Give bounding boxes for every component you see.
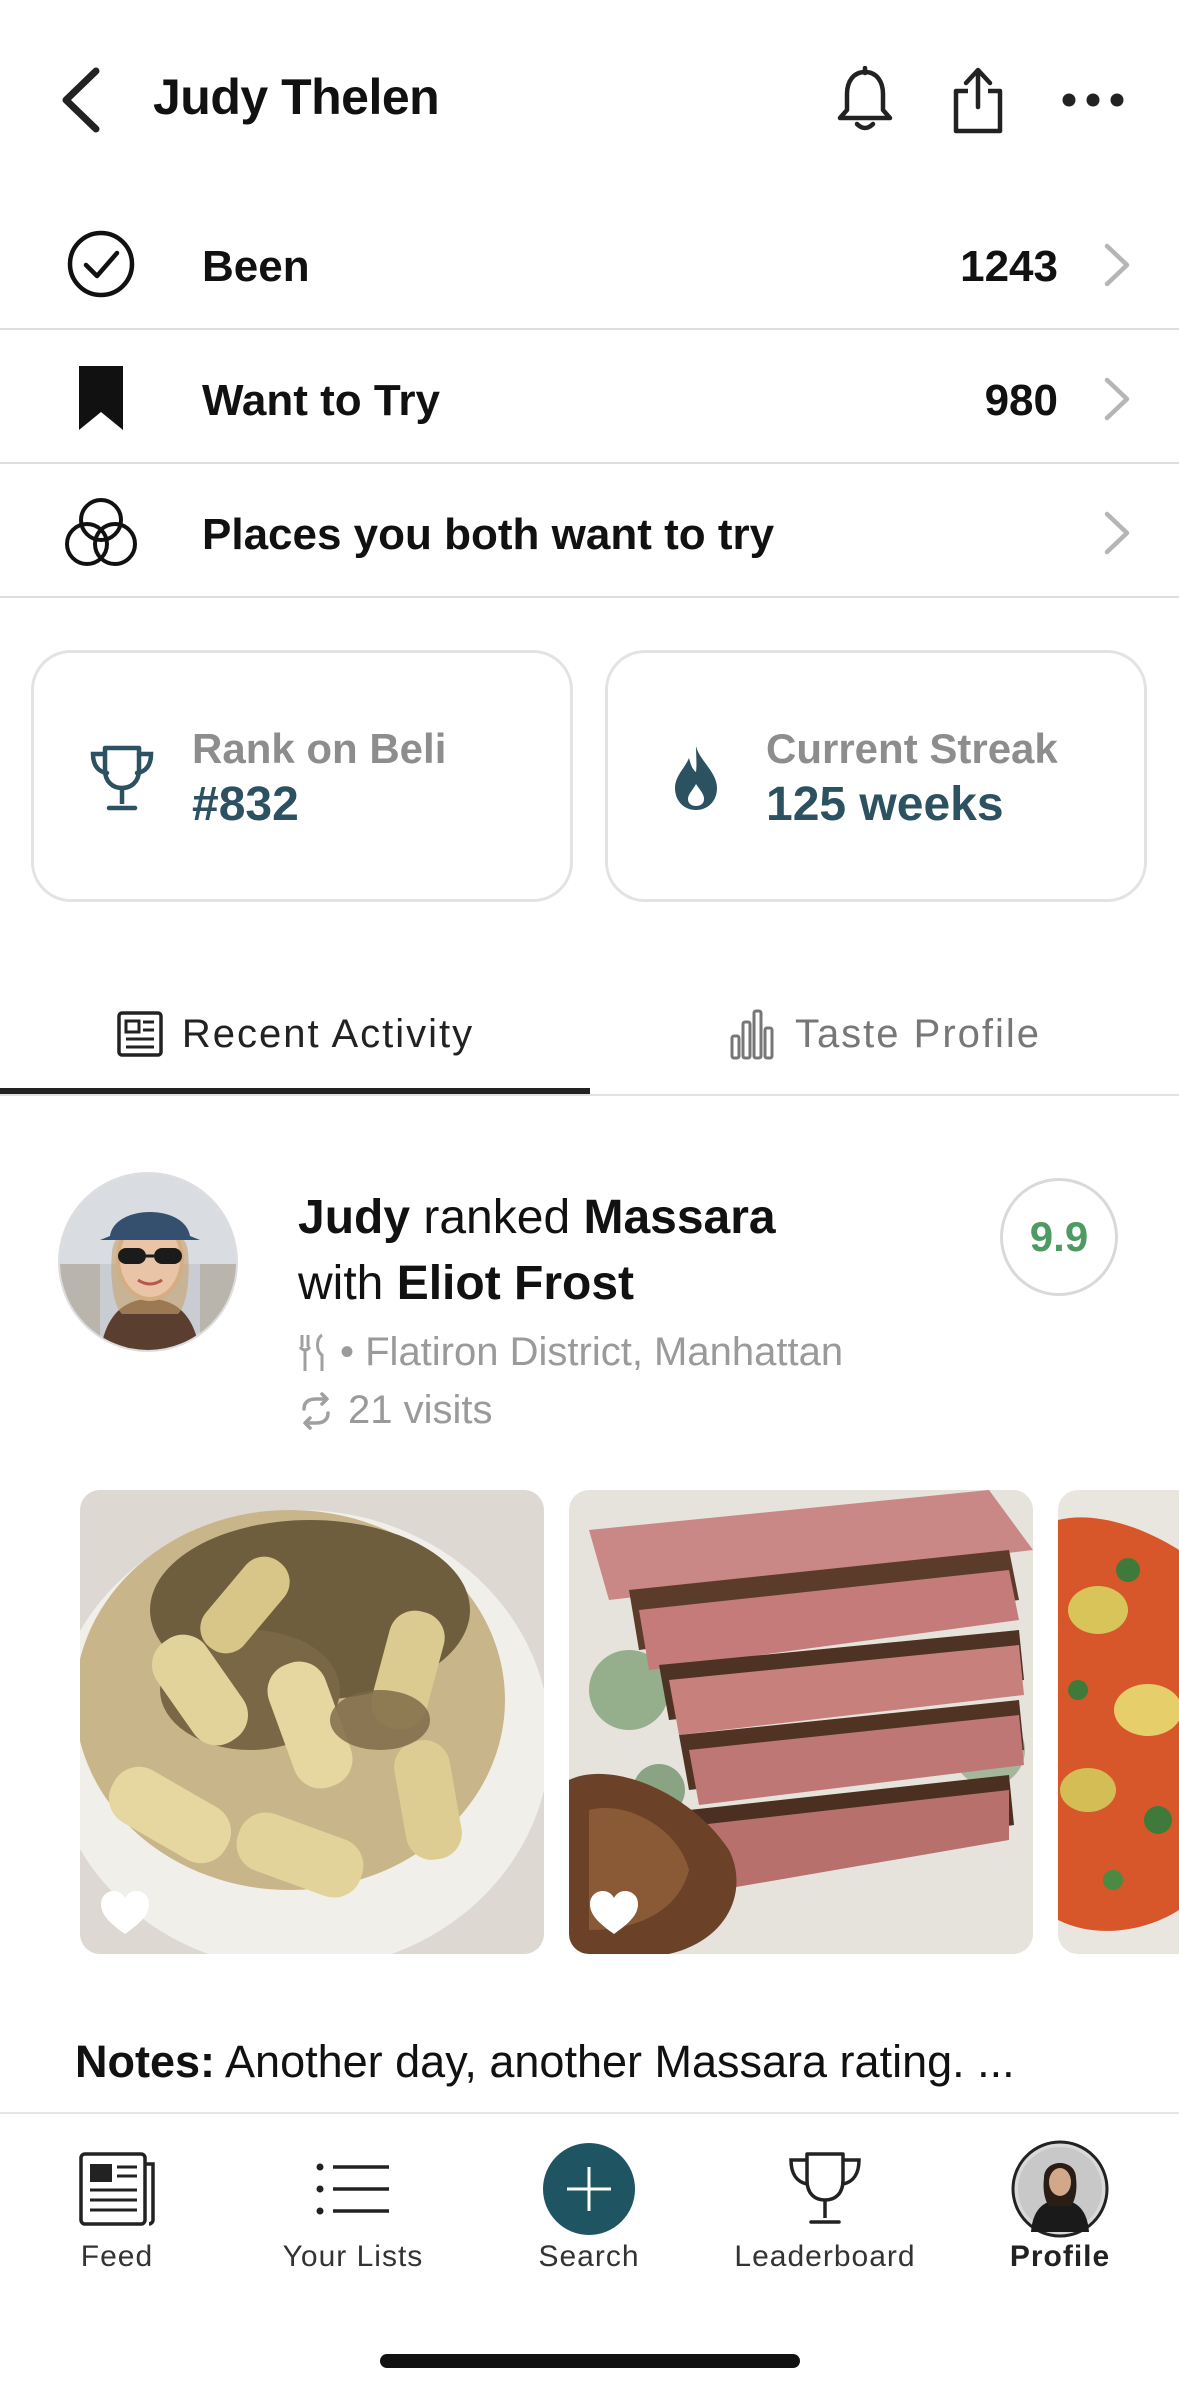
photo-pasta[interactable] [80, 1490, 544, 1954]
chevron-right-icon [1104, 377, 1130, 421]
tab-taste-profile[interactable]: Taste Profile [590, 972, 1179, 1096]
heart-icon[interactable] [587, 1888, 641, 1938]
row-label: Places you both want to try [202, 510, 775, 559]
row-want-to-try[interactable]: Want to Try 980 [0, 332, 1179, 464]
nav-profile[interactable]: Profile [960, 2140, 1160, 2284]
activity-user[interactable]: Judy [298, 1191, 410, 1244]
check-circle-icon [58, 228, 144, 300]
row-label: Been [202, 242, 310, 291]
bar-chart-icon [730, 1009, 774, 1060]
streak-value: 125 weeks [766, 778, 1004, 831]
nav-search[interactable]: Search [489, 2143, 689, 2284]
nav-profile-label: Profile [1009, 2240, 1111, 2273]
row-been[interactable]: Been 1243 [0, 198, 1179, 330]
notes-label: Notes: [75, 2036, 216, 2087]
nav-leaderboard[interactable]: Leaderboard [725, 2144, 925, 2284]
tab-taste-label: Taste Profile [794, 1011, 1042, 1056]
more-icon [1062, 93, 1124, 107]
rank-card[interactable]: Rank on Beli #832 [31, 650, 573, 902]
activity-visits-text: 21 visits [348, 1388, 493, 1432]
activity-companion[interactable]: Eliot Frost [397, 1257, 634, 1310]
photo-dish-3[interactable] [1058, 1490, 1179, 1954]
nav-feed[interactable]: Feed [17, 2144, 217, 2284]
venn-icon [58, 496, 144, 568]
streak-card[interactable]: Current Streak 125 weeks [605, 650, 1147, 902]
page-title: Judy Thelen [153, 69, 440, 125]
nav-feed-label: Feed [80, 2240, 154, 2273]
bell-icon [837, 66, 893, 131]
tab-recent-activity[interactable]: Recent Activity [0, 972, 590, 1096]
nav-leaderboard-label: Leaderboard [734, 2240, 916, 2273]
nav-search-label: Search [538, 2240, 640, 2273]
activity-with: with [298, 1257, 384, 1310]
avatar[interactable] [58, 1172, 238, 1352]
activity-headline: Judy ranked Massara [298, 1190, 776, 1245]
profile-avatar [1010, 2140, 1110, 2238]
notes-text: Another day, another Massara rating. ... [225, 2036, 1015, 2087]
repeat-icon [302, 1391, 330, 1430]
trophy-icon [82, 738, 162, 818]
activity-location-text: • Flatiron District, Manhattan [340, 1330, 844, 1374]
row-label: Want to Try [202, 376, 440, 425]
chevron-right-icon [1104, 243, 1130, 287]
trophy-icon [775, 2144, 875, 2234]
plus-icon [539, 2143, 639, 2235]
list-icon [303, 2144, 403, 2234]
activity-companion-line: with Eliot Frost [298, 1256, 634, 1311]
activity-verb: ranked [423, 1191, 571, 1244]
nav-your-lists[interactable]: Your Lists [253, 2144, 453, 2284]
score-badge[interactable]: 9.9 [1000, 1178, 1118, 1296]
notifications-button[interactable] [825, 60, 905, 140]
chevron-right-icon [1104, 511, 1130, 555]
rank-label: Rank on Beli [192, 725, 447, 772]
more-button[interactable] [1053, 60, 1133, 140]
tab-active-indicator [0, 1088, 590, 1094]
tab-bar: Recent Activity Taste Profile [0, 972, 1179, 1096]
bookmark-icon [58, 362, 144, 434]
activity-place[interactable]: Massara [583, 1191, 775, 1244]
chevron-left-icon [62, 67, 100, 133]
share-icon [953, 67, 1003, 134]
header: Judy Thelen [0, 0, 1179, 190]
activity-notes[interactable]: Notes: Another day, another Massara rati… [75, 2036, 1015, 2088]
nav-lists-label: Your Lists [282, 2240, 424, 2273]
activity-location: • Flatiron District, Manhattan [298, 1330, 843, 1375]
photo-steak[interactable] [569, 1490, 1033, 1954]
newspaper-icon [117, 1011, 163, 1057]
utensils-icon [298, 1333, 324, 1371]
flame-icon [656, 738, 736, 818]
heart-icon[interactable] [98, 1888, 152, 1938]
tab-recent-label: Recent Activity [181, 1011, 475, 1056]
streak-label: Current Streak [766, 725, 1058, 772]
back-button[interactable] [58, 62, 118, 138]
row-count: 980 [984, 376, 1058, 425]
home-indicator [380, 2354, 800, 2368]
activity-visits: 21 visits [298, 1388, 493, 1433]
rank-value: #832 [192, 778, 299, 831]
share-button[interactable] [938, 60, 1018, 140]
feed-icon [67, 2144, 167, 2234]
row-places-both-want[interactable]: Places you both want to try [0, 466, 1179, 598]
row-count: 1243 [960, 242, 1058, 291]
